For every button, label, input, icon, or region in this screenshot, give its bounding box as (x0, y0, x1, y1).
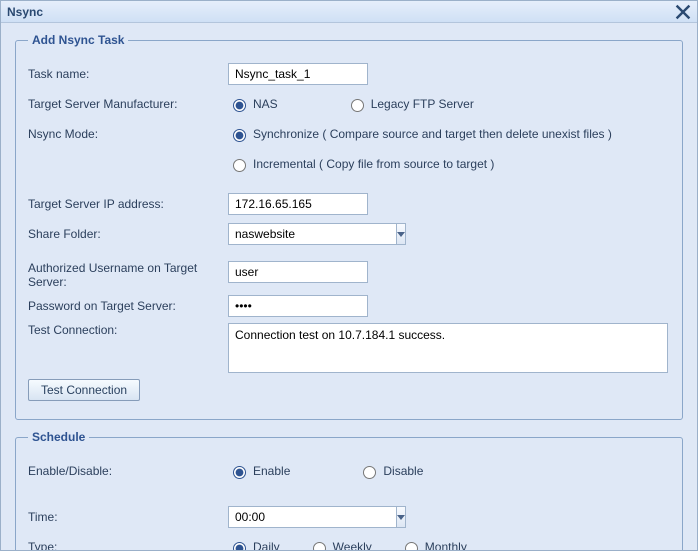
type-monthly-radio[interactable] (405, 542, 418, 550)
nsync-mode-label: Nsync Mode: (28, 127, 228, 141)
target-ip-input[interactable] (228, 193, 368, 215)
mode-incremental-radio[interactable] (233, 159, 246, 172)
mode-incremental-label: Incremental ( Copy file from source to t… (253, 157, 494, 171)
window-title: Nsync (7, 5, 43, 19)
close-icon[interactable] (675, 4, 691, 20)
schedule-legend: Schedule (28, 430, 89, 444)
enable-label: Enable (253, 464, 290, 478)
manufacturer-nas-label: NAS (253, 97, 278, 111)
chevron-down-icon (397, 232, 405, 237)
add-nsync-task-legend: Add Nsync Task (28, 33, 128, 47)
password-label: Password on Target Server: (28, 299, 228, 313)
enable-option[interactable]: Enable (228, 463, 290, 479)
username-label: Authorized Username on Target Server: (28, 261, 228, 289)
test-connection-result: Connection test on 10.7.184.1 success. (228, 323, 668, 373)
titlebar: Nsync (1, 1, 697, 23)
manufacturer-nas-option[interactable]: NAS (228, 96, 278, 112)
mode-incremental-option[interactable]: Incremental ( Copy file from source to t… (228, 156, 494, 172)
disable-option[interactable]: Disable (358, 463, 423, 479)
type-monthly-label: Monthly (425, 540, 467, 550)
time-dropdown-button[interactable] (396, 506, 406, 528)
mode-sync-label: Synchronize ( Compare source and target … (253, 127, 612, 141)
enable-disable-label: Enable/Disable: (28, 464, 228, 478)
type-daily-radio[interactable] (233, 542, 246, 550)
chevron-down-icon (397, 515, 405, 520)
manufacturer-ftp-radio[interactable] (351, 99, 364, 112)
enable-radio[interactable] (233, 466, 246, 479)
share-folder-combo[interactable] (228, 223, 328, 245)
disable-radio[interactable] (363, 466, 376, 479)
window-body: Add Nsync Task Task name: Target Server … (1, 23, 697, 550)
username-input[interactable] (228, 261, 368, 283)
schedule-fieldset: Schedule Enable/Disable: Enable Disable (15, 430, 683, 550)
task-name-label: Task name: (28, 67, 228, 81)
type-daily-option[interactable]: Daily (228, 539, 280, 550)
type-daily-label: Daily (253, 540, 280, 550)
type-label: Type: (28, 540, 228, 550)
type-weekly-option[interactable]: Weekly (308, 539, 372, 550)
share-folder-dropdown-button[interactable] (396, 223, 406, 245)
share-folder-label: Share Folder: (28, 227, 228, 241)
nsync-window: Nsync Add Nsync Task Task name: Target S… (0, 0, 698, 551)
type-weekly-radio[interactable] (313, 542, 326, 550)
manufacturer-ftp-label: Legacy FTP Server (371, 97, 474, 111)
type-monthly-option[interactable]: Monthly (400, 539, 467, 550)
test-connection-button[interactable]: Test Connection (28, 379, 140, 401)
manufacturer-nas-radio[interactable] (233, 99, 246, 112)
manufacturer-ftp-option[interactable]: Legacy FTP Server (346, 96, 474, 112)
disable-label: Disable (383, 464, 423, 478)
type-weekly-label: Weekly (333, 540, 372, 550)
manufacturer-label: Target Server Manufacturer: (28, 97, 228, 111)
target-ip-label: Target Server IP address: (28, 197, 228, 211)
time-input[interactable] (228, 506, 396, 528)
mode-sync-radio[interactable] (233, 129, 246, 142)
share-folder-input[interactable] (228, 223, 396, 245)
mode-sync-option[interactable]: Synchronize ( Compare source and target … (228, 126, 612, 142)
task-name-input[interactable] (228, 63, 368, 85)
time-label: Time: (28, 510, 228, 524)
add-nsync-task-fieldset: Add Nsync Task Task name: Target Server … (15, 33, 683, 420)
test-connection-label: Test Connection: (28, 323, 228, 337)
password-input[interactable] (228, 295, 368, 317)
time-combo[interactable] (228, 506, 328, 528)
